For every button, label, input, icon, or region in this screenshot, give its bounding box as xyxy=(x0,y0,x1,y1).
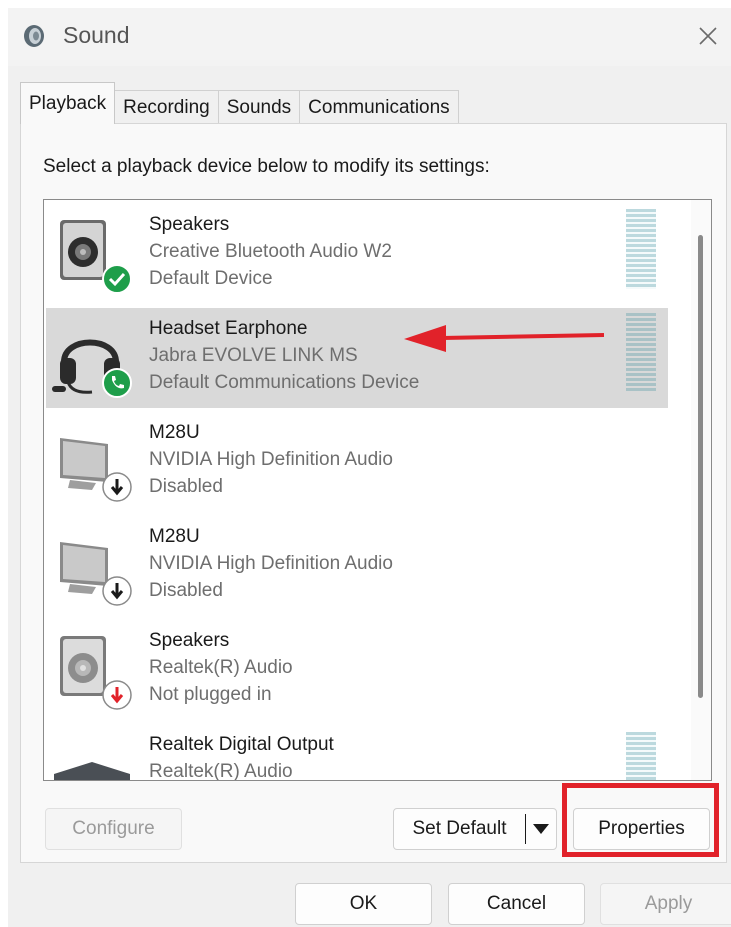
device-driver: Creative Bluetooth Audio W2 xyxy=(149,241,392,262)
instruction-text: Select a playback device below to modify… xyxy=(43,156,490,177)
chevron-down-icon xyxy=(533,824,549,834)
playback-panel: Select a playback device below to modify… xyxy=(20,123,727,863)
volume-level-meter xyxy=(626,732,656,780)
ok-button[interactable]: OK xyxy=(295,883,432,925)
device-item[interactable]: Speakers Creative Bluetooth Audio W2 Def… xyxy=(46,204,668,304)
disabled-arrow-badge-icon xyxy=(102,472,132,502)
device-item[interactable]: M28U NVIDIA High Definition Audio Disabl… xyxy=(46,412,668,512)
volume-level-meter xyxy=(626,209,656,289)
title-bar: Sound xyxy=(8,8,731,66)
tab-communications[interactable]: Communications xyxy=(299,90,459,124)
red-arrow-annotation-icon xyxy=(404,325,604,352)
device-name: Realtek Digital Output xyxy=(149,734,334,755)
device-item[interactable]: Speakers Realtek(R) Audio Not plugged in xyxy=(46,620,668,720)
device-name: M28U xyxy=(149,422,200,443)
device-driver: Realtek(R) Audio xyxy=(149,761,293,781)
device-driver: NVIDIA High Definition Audio xyxy=(149,449,393,470)
tab-recording[interactable]: Recording xyxy=(114,90,219,124)
close-button[interactable] xyxy=(685,16,731,56)
tab-bar: Playback Recording Sounds Communications xyxy=(20,82,459,124)
device-driver: Jabra EVOLVE LINK MS xyxy=(149,345,358,366)
device-item[interactable]: M28U NVIDIA High Definition Audio Disabl… xyxy=(46,516,668,616)
device-list[interactable]: Speakers Creative Bluetooth Audio W2 Def… xyxy=(43,199,712,781)
scrollbar-thumb[interactable] xyxy=(698,235,703,698)
dialog-footer: OK Cancel Apply xyxy=(8,873,731,927)
phone-badge-icon xyxy=(102,368,132,398)
device-item[interactable]: Realtek Digital Output Realtek(R) Audio xyxy=(46,724,668,781)
device-name: M28U xyxy=(149,526,200,547)
device-status: Disabled xyxy=(149,476,223,497)
scrollbar[interactable] xyxy=(691,200,711,780)
window-title: Sound xyxy=(63,22,130,48)
device-name: Speakers xyxy=(149,214,230,235)
device-driver: NVIDIA High Definition Audio xyxy=(149,553,393,574)
sound-dialog: Sound Playback Recording Sounds Communic… xyxy=(8,8,731,927)
disabled-arrow-badge-icon xyxy=(102,576,132,606)
device-name: Speakers xyxy=(149,630,230,651)
tab-sounds[interactable]: Sounds xyxy=(217,90,301,124)
sound-speaker-icon xyxy=(24,25,44,47)
tab-playback[interactable]: Playback xyxy=(20,82,116,124)
set-default-label: Set Default xyxy=(412,818,507,839)
cancel-button[interactable]: Cancel xyxy=(448,883,585,925)
device-driver: Realtek(R) Audio xyxy=(149,657,293,678)
device-status: Not plugged in xyxy=(149,684,272,705)
configure-button[interactable]: Configure xyxy=(45,808,182,850)
device-status: Default Communications Device xyxy=(149,372,420,393)
device-name: Headset Earphone xyxy=(149,318,308,339)
unplugged-badge-icon xyxy=(102,680,132,710)
volume-level-meter xyxy=(626,313,656,393)
red-highlight-box xyxy=(562,783,719,857)
close-icon xyxy=(699,27,717,45)
apply-button[interactable]: Apply xyxy=(600,883,731,925)
set-default-dropdown[interactable] xyxy=(526,824,556,834)
default-check-badge-icon xyxy=(102,264,132,294)
device-status: Disabled xyxy=(149,580,223,601)
set-default-button[interactable]: Set Default xyxy=(393,808,557,850)
device-status: Default Device xyxy=(149,268,273,289)
digital-output-icon xyxy=(54,762,130,780)
